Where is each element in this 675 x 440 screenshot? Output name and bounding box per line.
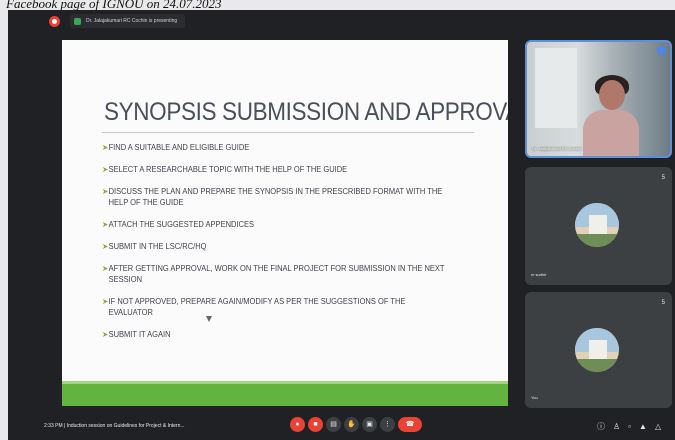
people-icon[interactable]: ♙ <box>613 422 620 431</box>
avatar <box>575 328 619 372</box>
slide-bullet: ➤ SUBMIT IN THE LSC/RC/HQ <box>102 241 450 252</box>
presenting-label: Dr. Jalajakumari RC Cochin is presenting <box>86 18 178 24</box>
slide-bullet-text: DISCUSS THE PLAN AND PREPARE THE SYNOPSI… <box>108 187 443 207</box>
slide-bullet: ➤ IF NOT APPROVED, PREPARE AGAIN/MODIFY A… <box>102 296 450 318</box>
arrow-bullet-icon: ➤ <box>102 242 109 251</box>
participant-name: m sudhir <box>531 272 547 277</box>
slide-title: SYNOPSIS SUBMISSION AND APPROVAL <box>104 98 508 126</box>
shared-slide: SYNOPSIS SUBMISSION AND APPROVAL ➤ FIND A… <box>62 40 508 406</box>
activities-icon[interactable]: ▲ <box>639 422 647 431</box>
presenting-indicator[interactable]: Dr. Jalajakumari RC Cochin is presenting <box>70 14 186 28</box>
slide-bullet: ➤ SELECT A RESEARCHABLE TOPIC WITH THE HE… <box>102 164 450 175</box>
slide-bullet: ➤ AFTER GETTING APPROVAL, WORK ON THE FIN… <box>102 263 450 285</box>
slide-bullet-text: ATTACH THE SUGGESTED APPENDICES <box>108 220 255 229</box>
more-options-icon[interactable]: ⋮ <box>380 417 395 432</box>
lock-icon[interactable]: △ <box>655 422 661 431</box>
slide-bullet: ➤ ATTACH THE SUGGESTED APPENDICES <box>102 219 450 230</box>
avatar-greenery <box>575 358 619 372</box>
meet-window: Dr. Jalajakumari RC Cochin is presenting… <box>8 10 675 440</box>
slide-footer-bar <box>62 384 508 406</box>
arrow-bullet-icon: ➤ <box>102 264 109 273</box>
camera-off-icon[interactable]: ■ <box>308 417 323 432</box>
end-call-icon[interactable]: ☎ <box>398 417 422 432</box>
title-divider <box>102 132 474 133</box>
mic-off-icon[interactable]: ● <box>290 417 305 432</box>
slide-bullet-text: SUBMIT IN THE LSC/RC/HQ <box>108 242 207 251</box>
arrow-bullet-icon: ➤ <box>102 165 109 174</box>
arrow-bullet-icon: ➤ <box>102 297 109 306</box>
slide-bullet-text: AFTER GETTING APPROVAL, WORK ON THE FINA… <box>108 264 445 284</box>
participant-name: Dr. Jalajakumari RC Cochin <box>532 146 582 151</box>
arrow-bullet-icon: ➤ <box>102 220 109 229</box>
avatar <box>575 203 619 247</box>
arrow-bullet-icon: ➤ <box>102 187 109 196</box>
info-icon[interactable]: ⓘ <box>597 422 605 431</box>
slide-bullet: ➤ DISCUSS THE PLAN AND PREPARE THE SYNOPS… <box>102 186 450 208</box>
page-caption: Facebook page of IGNOU on 24.07.2023 <box>6 0 222 11</box>
presenter-body <box>583 110 639 156</box>
tile-number: 5 <box>661 175 665 181</box>
speaking-indicator-icon <box>657 46 666 55</box>
tile-number: 5 <box>661 300 665 306</box>
meeting-info: 2:33 PM | Induction session on Guideline… <box>44 423 185 429</box>
slide-bullet-list: ➤ FIND A SUITABLE AND ELIGIBLE GUIDE ➤ SEL… <box>102 142 472 351</box>
record-icon <box>49 16 60 27</box>
slide-bullet-text: SELECT A RESEARCHABLE TOPIC WITH THE HEL… <box>108 165 348 174</box>
present-icon <box>74 17 81 25</box>
slide-bullet-text: FIND A SUITABLE AND ELIGIBLE GUIDE <box>108 143 250 152</box>
arrow-bullet-icon: ➤ <box>102 143 109 152</box>
chat-icon[interactable]: ▫ <box>628 422 631 431</box>
participant-name: You <box>531 395 538 400</box>
slide-bullet: ➤ SUBMIT IT AGAIN <box>102 329 450 340</box>
mouse-cursor-icon <box>206 316 212 322</box>
presenter-face <box>599 80 625 110</box>
avatar-greenery <box>575 233 619 247</box>
captions-icon[interactable]: ▤ <box>326 417 341 432</box>
slide-bullet-text: IF NOT APPROVED, PREPARE AGAIN/MODIFY AS… <box>108 297 406 317</box>
top-bar: Dr. Jalajakumari RC Cochin is presenting <box>8 10 675 32</box>
bottom-bar: 2:33 PM | Induction session on Guideline… <box>8 414 675 440</box>
slide-bullet: ➤ FIND A SUITABLE AND ELIGIBLE GUIDE <box>102 142 450 153</box>
participant-tile-self[interactable]: 5 You <box>525 292 672 408</box>
participant-tile[interactable]: 5 m sudhir <box>525 167 672 285</box>
present-icon[interactable]: ▣ <box>362 417 377 432</box>
raise-hand-icon[interactable]: ✋ <box>344 417 359 432</box>
participant-tile-presenter[interactable]: Dr. Jalajakumari RC Cochin <box>525 40 672 158</box>
video-window <box>535 48 577 128</box>
call-controls: ● ■ ▤ ✋ ▣ ⋮ ☎ <box>290 417 422 432</box>
arrow-bullet-icon: ➤ <box>102 330 109 339</box>
side-panel-controls: ⓘ ♙ ▫ ▲ △ <box>597 422 661 431</box>
slide-bullet-text: SUBMIT IT AGAIN <box>108 330 171 339</box>
